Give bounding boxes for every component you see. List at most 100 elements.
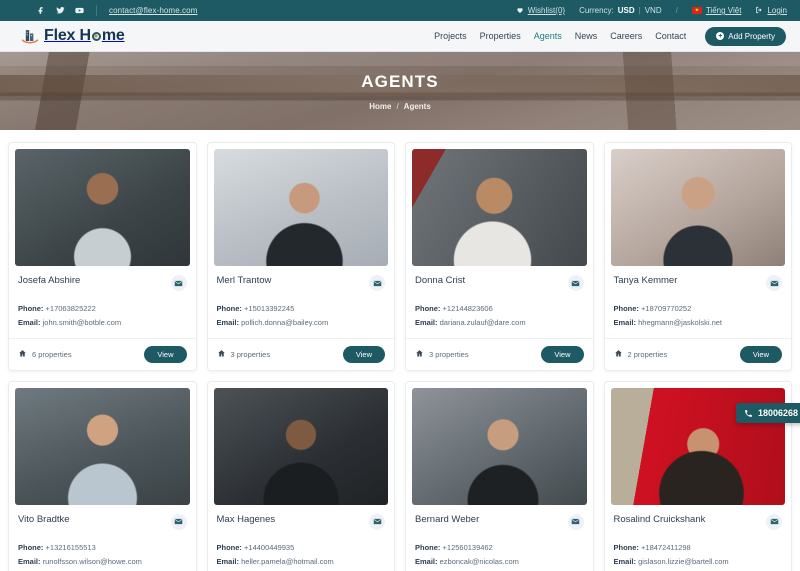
agent-email-label: Email:: [18, 556, 41, 566]
view-agent-button[interactable]: View: [739, 345, 782, 363]
agent-card[interactable]: Max Hagenes Phone: +14400449935 Email: h…: [206, 380, 395, 571]
agent-phone-value: +17063825222: [45, 304, 96, 313]
nav-item-projects[interactable]: Projects: [434, 31, 467, 41]
email-agent-button[interactable]: [766, 513, 782, 530]
floating-phone-widget[interactable]: 18006268: [735, 403, 800, 423]
currency-usd[interactable]: USD: [618, 6, 635, 15]
agent-email-row: Email: john.smith@botble.com: [18, 316, 187, 330]
agent-email-label: Email:: [415, 556, 438, 566]
agent-phone-value: +12560139462: [442, 542, 493, 552]
agent-name: Merl Trantow: [216, 275, 272, 286]
agent-card[interactable]: Donna Crist Phone: +12144823606 Email: d…: [405, 142, 594, 371]
agent-properties-count: 6 properties: [18, 349, 72, 360]
agent-email-value: dariana.zulauf@dare.com: [439, 317, 526, 327]
email-agent-button[interactable]: [766, 275, 782, 291]
agent-card[interactable]: Merl Trantow Phone: +15013392245 Email: …: [206, 142, 395, 371]
agent-card[interactable]: Josefa Abshire Phone: +17063825222 Email…: [8, 142, 197, 371]
topbar-right-group: Wishlist(0) Currency: USD | VND / Tiếng …: [516, 6, 791, 16]
agent-card-body: Bernard Weber Phone: +12560139462 Email:…: [406, 505, 593, 571]
currency-switcher[interactable]: Currency: USD | VND: [579, 6, 662, 15]
agent-photo[interactable]: [213, 149, 388, 266]
agent-photo[interactable]: [15, 387, 190, 505]
agent-contact-details: Phone: +12144823606 Email: dariana.zulau…: [415, 302, 584, 330]
agent-phone-label: Phone:: [18, 542, 44, 552]
agent-photo[interactable]: [412, 149, 587, 266]
agent-card[interactable]: Bernard Weber Phone: +12560139462 Email:…: [405, 380, 594, 571]
agent-phone-row: Phone: +15013392245: [217, 302, 386, 316]
heart-icon: [516, 6, 524, 16]
agent-contact-details: Phone: +18472411298 Email: gislason.lizz…: [614, 541, 783, 569]
view-agent-button[interactable]: View: [342, 345, 385, 363]
currency-vnd[interactable]: VND: [645, 6, 662, 15]
nav-item-careers[interactable]: Careers: [610, 31, 642, 41]
nav-item-contact[interactable]: Contact: [655, 31, 686, 41]
agent-card[interactable]: Tanya Kemmer Phone: +18709770252 Email: …: [603, 142, 792, 371]
agent-phone-row: Phone: +18472411298: [614, 541, 783, 555]
view-agent-button[interactable]: View: [541, 345, 584, 363]
view-agent-button[interactable]: View: [144, 345, 187, 363]
agent-card-body: Max Hagenes Phone: +14400449935 Email: h…: [208, 505, 395, 571]
agent-name: Max Hagenes: [216, 513, 276, 525]
email-agent-button[interactable]: [369, 275, 385, 291]
email-agent-button[interactable]: [567, 275, 584, 291]
breadcrumb-home[interactable]: Home: [369, 102, 391, 111]
logo-wordmark: Flex H me: [44, 27, 125, 45]
youtube-icon[interactable]: [75, 6, 84, 15]
agent-phone-value: +18472411298: [641, 542, 691, 552]
phone-number: 18006268: [757, 408, 798, 418]
nav-item-news[interactable]: News: [575, 31, 598, 41]
logo-o-dot-icon: [91, 31, 101, 41]
agent-photo[interactable]: [213, 387, 388, 505]
currency-label: Currency:: [579, 6, 614, 15]
agent-photo[interactable]: [15, 149, 190, 266]
breadcrumb: Home / Agents: [369, 102, 431, 111]
wishlist-link[interactable]: Wishlist(0): [516, 6, 565, 16]
agent-name: Bernard Weber: [415, 513, 480, 525]
agent-properties-count: 2 properties: [614, 349, 667, 360]
agent-email-label: Email:: [415, 317, 438, 327]
login-link[interactable]: Login: [755, 6, 787, 16]
agent-email-label: Email:: [216, 317, 240, 327]
agent-photo[interactable]: [610, 149, 785, 266]
agent-email-label: Email:: [18, 317, 41, 327]
agent-email-row: Email: ezboncak@nicolas.com: [415, 555, 584, 569]
agent-phone-row: Phone: +17063825222: [18, 302, 187, 316]
agent-photo[interactable]: [412, 387, 587, 505]
agent-card[interactable]: Vito Bradtke Phone: +13216155513 Email: …: [8, 380, 197, 571]
agent-phone-row: Phone: +12144823606: [415, 302, 584, 316]
nav-item-properties[interactable]: Properties: [480, 31, 521, 41]
twitter-icon[interactable]: [56, 6, 65, 15]
agent-phone-label: Phone:: [613, 304, 639, 313]
agent-email-value: runolfsson.wilson@howe.com: [42, 556, 142, 566]
contact-email-link[interactable]: contact@flex-home.com: [109, 6, 197, 15]
agent-phone-value: +13216155513: [45, 542, 96, 552]
agent-phone-value: +15013392245: [244, 304, 295, 313]
agent-phone-label: Phone:: [18, 304, 44, 313]
page-title: AGENTS: [361, 71, 439, 91]
home-icon: [614, 349, 623, 360]
language-switcher[interactable]: Tiếng Việt: [691, 6, 741, 15]
agent-phone-row: Phone: +13216155513: [18, 541, 187, 555]
agent-card-footer: 6 properties View: [9, 337, 196, 370]
email-agent-button[interactable]: [170, 513, 187, 530]
top-utility-bar: contact@flex-home.com Wishlist(0) Curren…: [0, 0, 800, 21]
agent-phone-value: +18709770252: [641, 304, 692, 313]
site-logo[interactable]: Flex H me: [20, 26, 125, 46]
email-agent-button[interactable]: [567, 513, 584, 530]
nav-item-agents[interactable]: Agents: [534, 31, 562, 41]
agent-phone-value: +12144823606: [442, 304, 493, 313]
agent-contact-details: Phone: +14400449935 Email: heller.pamela…: [217, 541, 386, 569]
facebook-icon[interactable]: [37, 6, 46, 15]
agent-phone-row: Phone: +18709770252: [614, 302, 783, 316]
agent-name: Tanya Kemmer: [613, 275, 678, 286]
email-agent-button[interactable]: [170, 275, 187, 291]
agent-email-row: Email: heller.pamela@hotmail.com: [217, 555, 386, 569]
add-property-button[interactable]: + Add Property: [705, 26, 786, 46]
agent-card-body: Tanya Kemmer Phone: +18709770252 Email: …: [605, 266, 792, 338]
email-agent-button[interactable]: [369, 513, 385, 530]
agent-contact-details: Phone: +17063825222 Email: john.smith@bo…: [18, 302, 187, 330]
agent-card-body: Rosalind Cruickshank Phone: +18472411298…: [605, 505, 792, 571]
agent-card-body: Donna Crist Phone: +12144823606 Email: d…: [406, 266, 593, 338]
agent-email-row: Email: runolfsson.wilson@howe.com: [18, 555, 187, 569]
agent-contact-details: Phone: +12560139462 Email: ezboncak@nico…: [415, 541, 584, 569]
